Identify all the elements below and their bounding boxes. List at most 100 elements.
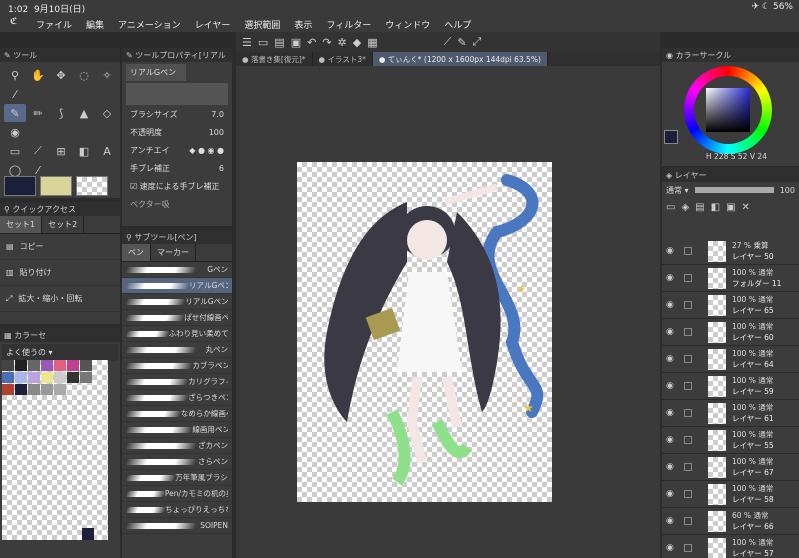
layer-row[interactable]: ◉ 100 % 通常 レイヤー 67 — [662, 454, 799, 481]
swatch[interactable] — [41, 360, 53, 371]
open-file-icon[interactable]: ▤ — [274, 36, 284, 49]
layer-opacity-value[interactable]: 100 — [780, 186, 795, 195]
swatch[interactable] — [15, 372, 27, 383]
swatch[interactable] — [41, 384, 53, 395]
layer-checkbox[interactable] — [684, 301, 692, 309]
save-icon[interactable]: ▣ — [291, 36, 301, 49]
ruler-tool-icon[interactable]: ◧ — [73, 142, 95, 160]
saturation-value-square[interactable] — [706, 88, 750, 132]
brush-item[interactable]: リアルGペン 2 — [122, 294, 232, 310]
brush-item[interactable]: Gペン — [122, 262, 232, 278]
visibility-eye-icon[interactable]: ◉ — [666, 246, 674, 256]
app-logo-icon[interactable]: ℭ — [10, 17, 17, 27]
pen-settings-icon[interactable]: ✎ — [457, 36, 466, 49]
drawing-canvas[interactable]: ★ ★ — [297, 162, 552, 502]
hand-tool-icon[interactable]: ✋ — [27, 66, 49, 84]
sub-color-swatch[interactable] — [40, 176, 72, 196]
color-wheel[interactable] — [684, 66, 772, 154]
undo-icon[interactable]: ↶ — [307, 36, 316, 49]
swatch[interactable] — [15, 384, 27, 395]
figure-tool-icon[interactable]: ⟋ — [27, 142, 49, 160]
visibility-eye-icon[interactable]: ◉ — [666, 462, 674, 472]
auto-select-icon[interactable]: ✧ — [96, 66, 118, 84]
brush-item[interactable]: ざらつきペン — [122, 390, 232, 406]
swatch[interactable] — [67, 372, 79, 383]
new-file-icon[interactable]: ▭ — [258, 36, 268, 49]
menu-item[interactable]: 選択範囲 — [244, 18, 280, 31]
tab-canvas-1[interactable]: ● 落書き集[復元]* — [236, 52, 313, 66]
fill-tool-icon[interactable]: ▲ — [73, 104, 95, 122]
brush-item[interactable]: リアルGペン — [122, 278, 232, 294]
new-folder-icon[interactable]: ▤ — [695, 202, 704, 234]
swatch[interactable] — [41, 372, 53, 383]
layer-checkbox[interactable] — [684, 274, 692, 282]
opacity-row[interactable]: 不透明度 100 — [122, 123, 232, 141]
menu-item[interactable]: 表示 — [294, 18, 312, 31]
frame-tool-icon[interactable]: ⊞ — [50, 142, 72, 160]
menu-icon[interactable]: ☰ — [242, 36, 252, 49]
zoom-tool-icon[interactable]: ⚲ — [4, 66, 26, 84]
tab-pen[interactable]: ペン — [122, 244, 151, 261]
visibility-eye-icon[interactable]: ◉ — [666, 354, 674, 364]
layer-checkbox[interactable] — [684, 247, 692, 255]
layer-checkbox[interactable] — [684, 517, 692, 525]
swatch[interactable] — [2, 360, 14, 371]
redo-icon[interactable]: ↷ — [322, 36, 331, 49]
swatch[interactable] — [2, 372, 14, 383]
visibility-eye-icon[interactable]: ◉ — [666, 516, 674, 526]
text-tool-icon[interactable]: A — [96, 142, 118, 160]
layer-checkbox[interactable] — [684, 436, 692, 444]
visibility-eye-icon[interactable]: ◉ — [666, 489, 674, 499]
clear-icon[interactable]: ▦ — [367, 36, 377, 49]
lock-icon[interactable]: ▣ — [726, 202, 735, 234]
layer-row[interactable]: ◉ 100 % 通常 レイヤー 55 — [662, 427, 799, 454]
swatch[interactable] — [2, 384, 14, 395]
swatch[interactable] — [54, 360, 66, 371]
swatch[interactable] — [80, 372, 92, 383]
menu-item[interactable]: ヘルプ — [444, 18, 471, 31]
move-tool-icon[interactable]: ✥ — [50, 66, 72, 84]
swatch[interactable] — [28, 372, 40, 383]
vector-row[interactable]: ベクター吸 — [122, 195, 232, 213]
transform-item[interactable]: ⤢ 拡大・縮小・回転 — [0, 286, 120, 312]
snap-icon[interactable]: ⤢ — [473, 35, 482, 49]
visibility-eye-icon[interactable]: ◉ — [666, 435, 674, 445]
antialias-row[interactable]: アンチエイ ◆ ● ◉ ● — [122, 141, 232, 159]
brush-size-row[interactable]: ブラシサイズ 7.0 — [122, 105, 232, 123]
new-vector-layer-icon[interactable]: ◈ — [681, 202, 689, 234]
color-set-grid[interactable] — [2, 360, 108, 540]
visibility-eye-icon[interactable]: ◉ — [666, 408, 674, 418]
layer-checkbox[interactable] — [684, 355, 692, 363]
layer-row[interactable]: ◉ 100 % 通常 レイヤー 58 — [662, 481, 799, 508]
swatch[interactable] — [80, 360, 92, 371]
eraser-tool-icon[interactable]: ◇ — [96, 104, 118, 122]
swatch[interactable] — [28, 360, 40, 371]
layer-row[interactable]: ◉ 100 % 通常 レイヤー 65 — [662, 292, 799, 319]
fill-icon[interactable]: ◆ — [353, 36, 361, 49]
menu-item[interactable]: 編集 — [86, 18, 104, 31]
visibility-eye-icon[interactable]: ◉ — [666, 381, 674, 391]
antialias-options[interactable]: ◆ ● ◉ ● — [189, 146, 224, 155]
layer-row[interactable]: ◉ 100 % 通常 レイヤー 61 — [662, 400, 799, 427]
layer-checkbox[interactable] — [684, 409, 692, 417]
layer-row[interactable]: ◉ 100 % 通常 フォルダー 11 — [662, 265, 799, 292]
pen-tool-icon[interactable]: ✎ — [4, 104, 26, 122]
visibility-eye-icon[interactable]: ◉ — [666, 300, 674, 310]
menu-item[interactable]: フィルター — [326, 18, 371, 31]
brush-item[interactable]: ふわり見い柔めて主線ブラシ — [122, 326, 232, 342]
layer-checkbox[interactable] — [684, 490, 692, 498]
opacity-slider[interactable] — [694, 187, 774, 193]
trash-icon[interactable]: ✕ — [742, 202, 750, 234]
layer-checkbox[interactable] — [684, 544, 692, 552]
lasso-tool-icon[interactable]: ◌ — [73, 66, 95, 84]
opacity-value[interactable]: 100 — [209, 128, 224, 137]
blend-tool-icon[interactable]: ◉ — [4, 123, 26, 141]
brush-item[interactable]: 丸ペン — [122, 342, 232, 358]
gradient-tool-icon[interactable]: ▭ — [4, 142, 26, 160]
pencil-tool-icon[interactable]: ✏ — [27, 104, 49, 122]
tab-marker[interactable]: マーカー — [151, 244, 196, 261]
current-color[interactable] — [664, 130, 678, 144]
tab-set1[interactable]: セット1 — [0, 216, 43, 233]
layer-row[interactable]: ◉ 27 % 乗算 レイヤー 50 — [662, 238, 799, 265]
swatch[interactable] — [54, 384, 66, 395]
